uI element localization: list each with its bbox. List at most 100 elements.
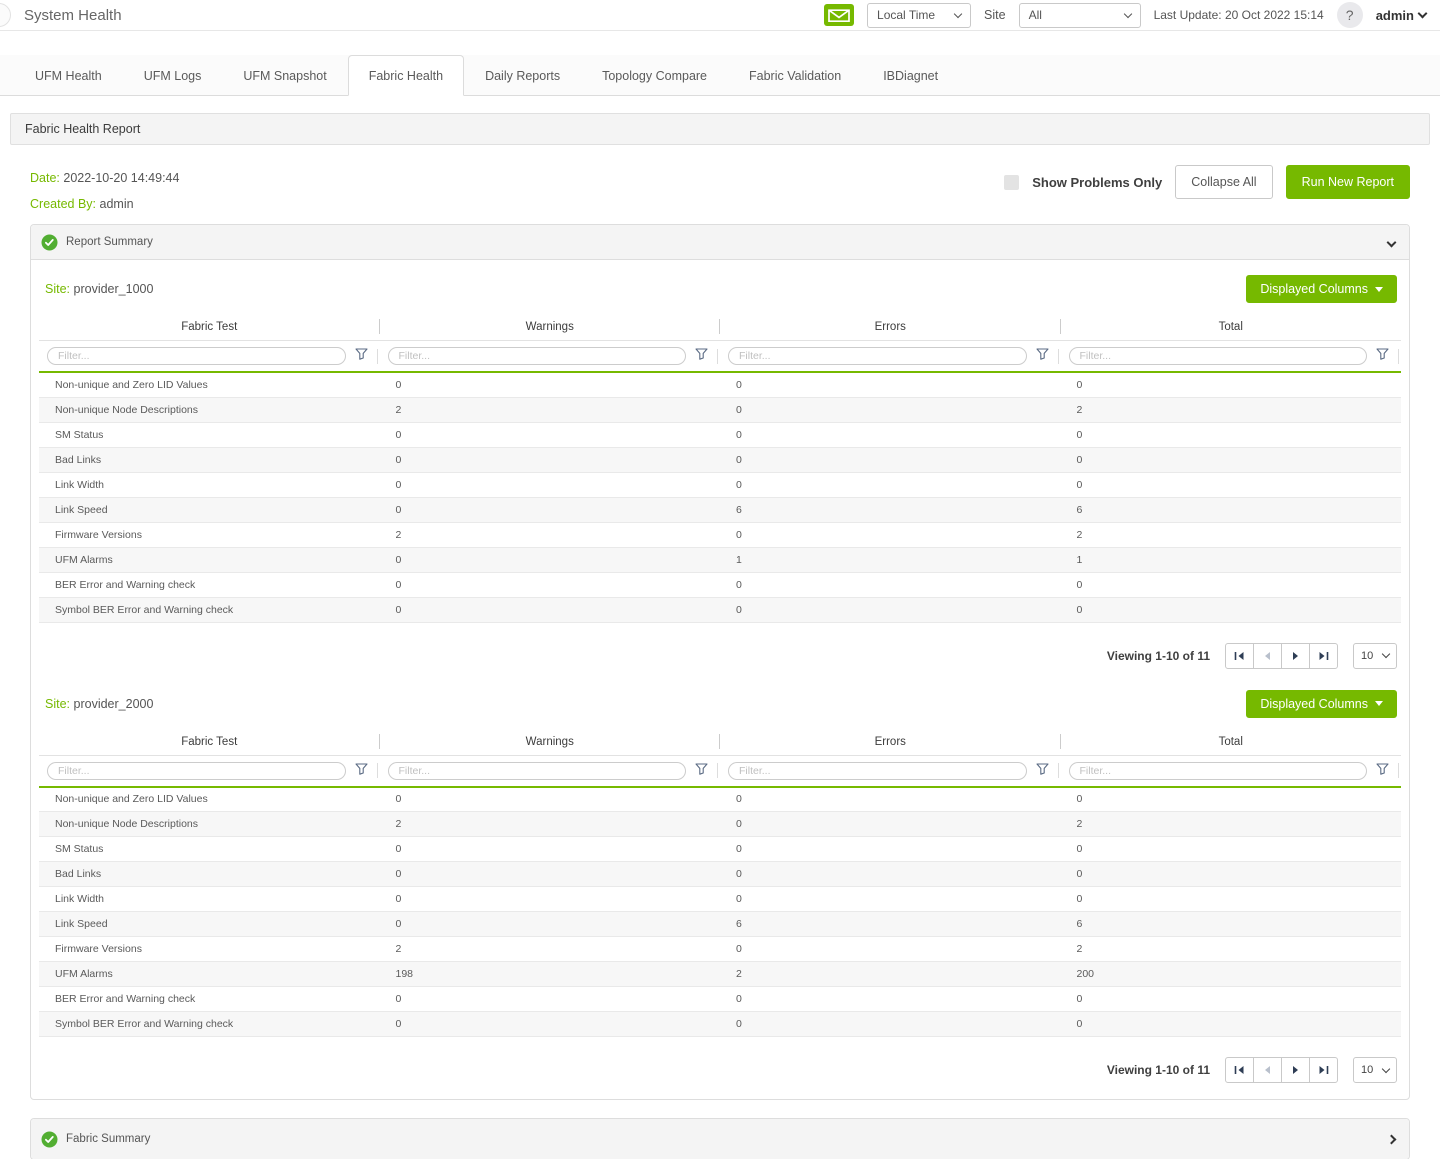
report-summary-body: Site: provider_1000 Displayed Columns Fa…	[31, 260, 1409, 1099]
filter-input-fabric-test[interactable]	[47, 762, 346, 780]
page-size-select[interactable]: 10	[1353, 1057, 1397, 1083]
table-body: Non-unique and Zero LID Values000Non-uni…	[39, 787, 1401, 1037]
table-row: Non-unique and Zero LID Values000	[39, 372, 1401, 397]
filter-input-errors[interactable]	[728, 347, 1027, 365]
filter-input-total[interactable]	[1069, 347, 1368, 365]
cell-warnings: 2	[380, 522, 721, 547]
funnel-icon[interactable]	[1036, 347, 1049, 365]
show-problems-only-checkbox[interactable]	[1004, 175, 1019, 190]
cell-total: 6	[1061, 497, 1402, 522]
funnel-icon[interactable]	[355, 762, 368, 780]
filter-cell	[47, 762, 380, 780]
tab-fabric-health[interactable]: Fabric Health	[348, 55, 464, 96]
site-select[interactable]: All	[1019, 3, 1141, 28]
funnel-icon[interactable]	[355, 347, 368, 365]
tab-ufm-health[interactable]: UFM Health	[14, 55, 123, 96]
fabric-summary-header[interactable]: Fabric Summary	[31, 1119, 1409, 1159]
funnel-icon[interactable]	[1376, 347, 1389, 365]
displayed-columns-button[interactable]: Displayed Columns	[1246, 275, 1397, 303]
pagination: Viewing 1-10 of 11 10	[39, 623, 1401, 675]
next-page-button[interactable]	[1281, 1057, 1310, 1083]
cell-warnings: 0	[380, 1012, 721, 1037]
tab-bar: UFM Health UFM Logs UFM Snapshot Fabric …	[0, 55, 1440, 96]
prev-page-button[interactable]	[1253, 643, 1282, 669]
table-row: Link Width000	[39, 887, 1401, 912]
tab-topology-compare[interactable]: Topology Compare	[581, 55, 728, 96]
funnel-icon[interactable]	[695, 762, 708, 780]
cell-warnings: 198	[380, 962, 721, 987]
timezone-value: Local Time	[877, 8, 935, 22]
filter-cell	[1069, 762, 1402, 780]
filter-input-total[interactable]	[1069, 762, 1368, 780]
site-name-line: Site: provider_2000	[45, 697, 153, 711]
cell-errors: 0	[720, 1012, 1061, 1037]
funnel-icon[interactable]	[1376, 762, 1389, 780]
tab-daily-reports[interactable]: Daily Reports	[464, 55, 581, 96]
cell-test: Link Speed	[39, 912, 380, 937]
cell-errors: 0	[720, 472, 1061, 497]
first-page-button[interactable]	[1225, 643, 1254, 669]
last-page-button[interactable]	[1309, 643, 1338, 669]
fabric-summary-title: Fabric Summary	[66, 1133, 150, 1145]
funnel-icon[interactable]	[695, 347, 708, 365]
pagination-buttons	[1225, 643, 1338, 669]
tab-ufm-snapshot[interactable]: UFM Snapshot	[222, 55, 347, 96]
help-button[interactable]: ?	[1337, 2, 1363, 28]
expand-section-icon[interactable]	[1388, 1130, 1395, 1148]
collapse-section-icon[interactable]	[1388, 233, 1395, 251]
table-row: Non-unique Node Descriptions202	[39, 812, 1401, 837]
table-row: SM Status000	[39, 422, 1401, 447]
divider	[377, 349, 378, 364]
cell-errors: 0	[720, 987, 1061, 1012]
run-new-report-button[interactable]: Run New Report	[1286, 165, 1410, 199]
chevron-down-icon	[1123, 9, 1131, 17]
filter-input-errors[interactable]	[728, 762, 1027, 780]
column-header-total[interactable]: Total	[1061, 729, 1402, 756]
first-page-button[interactable]	[1225, 1057, 1254, 1083]
column-header-errors[interactable]: Errors	[720, 729, 1061, 756]
cell-test: Firmware Versions	[39, 522, 380, 547]
user-menu[interactable]: admin	[1376, 8, 1426, 23]
column-header-errors[interactable]: Errors	[720, 314, 1061, 341]
filter-input-warnings[interactable]	[388, 762, 687, 780]
page-size-value: 10	[1361, 1064, 1373, 1076]
cell-errors: 0	[720, 937, 1061, 962]
cell-warnings: 0	[380, 862, 721, 887]
column-header-warnings[interactable]: Warnings	[380, 729, 721, 756]
cell-total: 2	[1061, 812, 1402, 837]
tab-ufm-logs[interactable]: UFM Logs	[123, 55, 223, 96]
prev-page-button[interactable]	[1253, 1057, 1282, 1083]
column-header-total[interactable]: Total	[1061, 314, 1402, 341]
cell-warnings: 0	[380, 547, 721, 572]
table-row: UFM Alarms011	[39, 547, 1401, 572]
table-body: Non-unique and Zero LID Values000Non-uni…	[39, 372, 1401, 622]
column-header-fabric-test[interactable]: Fabric Test	[39, 314, 380, 341]
filter-input-warnings[interactable]	[388, 347, 687, 365]
last-page-button[interactable]	[1309, 1057, 1338, 1083]
site-row: Site: provider_1000 Displayed Columns	[39, 260, 1401, 314]
mail-icon[interactable]	[824, 4, 854, 26]
filter-input-fabric-test[interactable]	[47, 347, 346, 365]
cell-test: UFM Alarms	[39, 547, 380, 572]
cell-test: Symbol BER Error and Warning check	[39, 597, 380, 622]
next-page-button[interactable]	[1281, 643, 1310, 669]
tab-ibdiagnet[interactable]: IBDiagnet	[862, 55, 959, 96]
displayed-columns-label: Displayed Columns	[1260, 697, 1368, 711]
report-meta-left: Date: 2022-10-20 14:49:44 Created By: ad…	[30, 165, 179, 217]
collapse-all-button[interactable]: Collapse All	[1175, 165, 1272, 199]
cell-test: Non-unique Node Descriptions	[39, 812, 380, 837]
panel-title: Fabric Health Report	[10, 113, 1430, 145]
cell-total: 0	[1061, 987, 1402, 1012]
tab-fabric-validation[interactable]: Fabric Validation	[728, 55, 862, 96]
report-summary-header[interactable]: Report Summary	[31, 225, 1409, 260]
funnel-icon[interactable]	[1036, 762, 1049, 780]
viewing-text: Viewing 1-10 of 11	[1107, 649, 1210, 663]
timezone-select[interactable]: Local Time	[867, 3, 971, 28]
column-header-fabric-test[interactable]: Fabric Test	[39, 729, 380, 756]
column-header-warnings[interactable]: Warnings	[380, 314, 721, 341]
site-label: Site:	[45, 282, 70, 296]
cell-test: Link Width	[39, 887, 380, 912]
page-size-select[interactable]: 10	[1353, 643, 1397, 669]
displayed-columns-button[interactable]: Displayed Columns	[1246, 690, 1397, 718]
sidebar-toggle-circle[interactable]	[0, 3, 11, 27]
